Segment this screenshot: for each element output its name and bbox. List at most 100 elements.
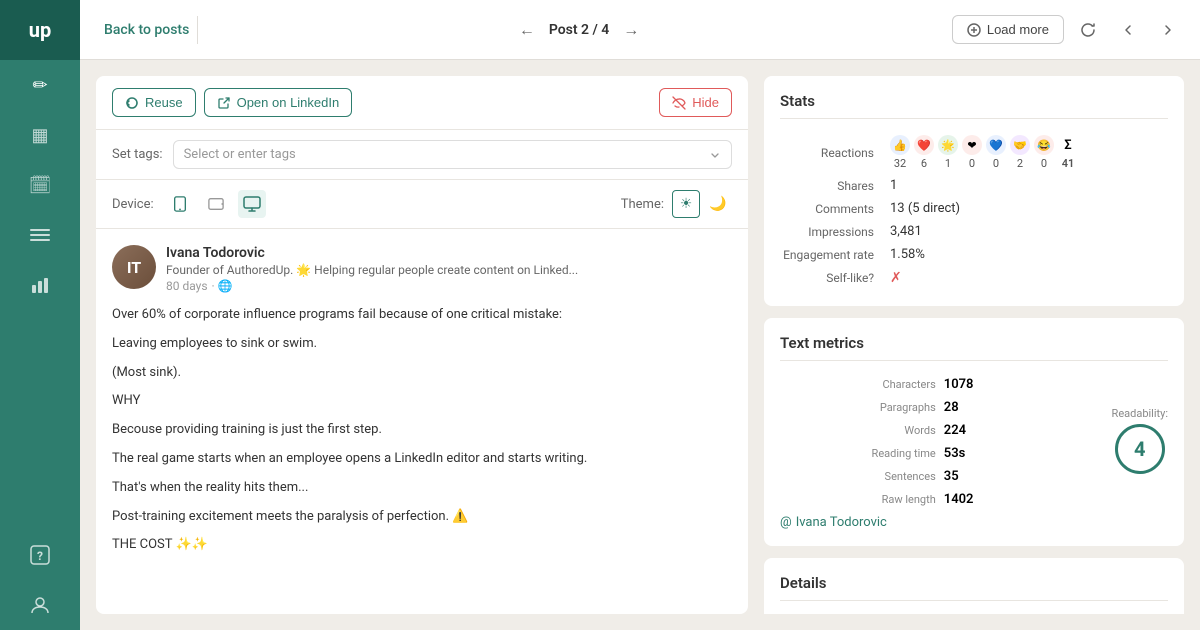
open-linkedin-button[interactable]: Open on LinkedIn bbox=[204, 88, 353, 117]
readability-circle: 4 bbox=[1115, 424, 1165, 474]
tags-input[interactable]: Select or enter tags bbox=[173, 140, 732, 169]
post-content: Over 60% of corporate influence programs… bbox=[112, 305, 732, 556]
stats-table: Reactions 👍 ❤️ 🌟 ❤ 💙 🤝 😂 Σ bbox=[780, 131, 1168, 290]
sentences-value: 35 bbox=[944, 469, 959, 484]
count-heart: 0 bbox=[962, 157, 982, 170]
count-star: 1 bbox=[938, 157, 958, 170]
stats-card: Stats Reactions 👍 ❤️ 🌟 ❤ 💙 🤝 bbox=[764, 76, 1184, 306]
reading-label-cell: Reading time bbox=[780, 442, 936, 461]
dark-theme-icon[interactable]: 🌙 bbox=[704, 190, 732, 218]
sentences-label: Sentences bbox=[885, 470, 936, 483]
post-header: IT Ivana Todorovic Founder of AuthoredUp… bbox=[112, 245, 732, 293]
engagement-row: Engagement rate 1.58% bbox=[780, 243, 1168, 266]
stats-title: Stats bbox=[780, 92, 1168, 119]
reactions-label: Reactions bbox=[780, 146, 890, 160]
reactions-row: Reactions 👍 ❤️ 🌟 ❤ 💙 🤝 😂 Σ bbox=[780, 131, 1168, 174]
words-value-cell: 224 bbox=[944, 419, 1100, 438]
words-label: Words bbox=[904, 424, 935, 437]
metrics-body: Characters 1078 Paragraphs 28 bbox=[780, 373, 1168, 507]
light-theme-icon[interactable]: ☀ bbox=[672, 190, 700, 218]
chevron-down-icon bbox=[709, 149, 721, 161]
self-like-row: Self-like? ✗ bbox=[780, 266, 1168, 290]
count-total: 41 bbox=[1058, 157, 1078, 170]
post-line-1: Over 60% of corporate influence programs… bbox=[112, 305, 732, 326]
hide-button[interactable]: Hide bbox=[659, 88, 732, 117]
load-more-button[interactable]: Load more bbox=[952, 15, 1064, 44]
count-handshake: 2 bbox=[1010, 157, 1030, 170]
post-line-2: Leaving employees to sink or swim. bbox=[112, 334, 732, 355]
back-to-posts-link[interactable]: Back to posts bbox=[96, 16, 198, 44]
reuse-icon bbox=[125, 96, 139, 110]
urn-row: URN urn:li:share:7128741696556740609 bbox=[780, 613, 1168, 614]
characters-label: Characters bbox=[882, 378, 935, 391]
theme-icons: ☀ 🌙 bbox=[672, 190, 732, 218]
theme-section: Theme: ☀ 🌙 bbox=[621, 190, 732, 218]
shares-row: Shares 1 bbox=[780, 174, 1168, 197]
raw-label-cell: Raw length bbox=[780, 488, 936, 507]
post-navigation: ← Post 2 / 4 → bbox=[214, 16, 944, 44]
post-panel: Reuse Open on LinkedIn Hide bbox=[96, 76, 748, 614]
readability-label: Readability: bbox=[1112, 407, 1168, 420]
readability-section: Readability: 4 bbox=[1112, 407, 1168, 474]
sidebar-icon-layers[interactable] bbox=[0, 210, 80, 260]
reuse-button[interactable]: Reuse bbox=[112, 88, 196, 117]
engagement-value: 1.58% bbox=[890, 247, 925, 262]
engagement-label: Engagement rate bbox=[780, 248, 890, 262]
count-support: 0 bbox=[986, 157, 1006, 170]
sidebar-icon-calendar[interactable]: 🗓 bbox=[0, 160, 80, 210]
tags-row: Set tags: Select or enter tags bbox=[96, 130, 748, 180]
impressions-value: 3,481 bbox=[890, 224, 922, 239]
shares-label: Shares bbox=[780, 179, 890, 193]
reading-value-cell: 53s bbox=[944, 442, 1100, 461]
post-line-7: That's when the reality hits them... bbox=[112, 478, 732, 499]
sidebar-icon-edit[interactable]: ✏ bbox=[0, 60, 80, 110]
nav-back-button[interactable] bbox=[1112, 14, 1144, 46]
self-like-value: ✗ bbox=[890, 270, 902, 286]
words-label-cell: Words bbox=[780, 419, 936, 438]
prev-post-button[interactable]: ← bbox=[513, 16, 541, 44]
tags-placeholder: Select or enter tags bbox=[184, 147, 296, 162]
raw-value-cell: 1402 bbox=[944, 488, 1100, 507]
right-panel: Stats Reactions 👍 ❤️ 🌟 ❤ 💙 🤝 bbox=[764, 76, 1184, 614]
reaction-total: Σ bbox=[1058, 135, 1078, 155]
reading-time-value: 53s bbox=[944, 446, 966, 461]
at-icon: @ bbox=[780, 515, 792, 530]
plus-icon bbox=[967, 23, 981, 37]
author-link[interactable]: @ Ivana Todorovic bbox=[780, 515, 1168, 530]
sidebar-icon-user[interactable] bbox=[0, 580, 80, 630]
reaction-heart: ❤ bbox=[962, 135, 982, 155]
sidebar-icon-chart[interactable] bbox=[0, 260, 80, 310]
count-love: 6 bbox=[914, 157, 934, 170]
main-content: Back to posts ← Post 2 / 4 → Load more bbox=[80, 0, 1200, 630]
characters-value: 1078 bbox=[944, 377, 974, 392]
details-title: Details bbox=[780, 574, 1168, 601]
reaction-support: 💙 bbox=[986, 135, 1006, 155]
sentences-value-cell: 35 bbox=[944, 465, 1100, 484]
reactions-data: 👍 ❤️ 🌟 ❤ 💙 🤝 😂 Σ 32 6 bbox=[890, 135, 1078, 170]
para-label-cell: Paragraphs bbox=[780, 396, 936, 415]
sidebar-icon-question[interactable]: ? bbox=[0, 530, 80, 580]
mobile-device-icon[interactable] bbox=[166, 190, 194, 218]
comments-row: Comments 13 (5 direct) bbox=[780, 197, 1168, 220]
next-post-button[interactable]: → bbox=[617, 16, 645, 44]
sidebar-icon-grid[interactable]: ▦ bbox=[0, 110, 80, 160]
tags-label: Set tags: bbox=[112, 147, 163, 162]
post-line-6: The real game starts when an employee op… bbox=[112, 449, 732, 470]
reaction-funny: 😂 bbox=[1034, 135, 1054, 155]
reaction-love: ❤️ bbox=[914, 135, 934, 155]
svg-text:?: ? bbox=[37, 549, 43, 563]
refresh-button[interactable] bbox=[1072, 14, 1104, 46]
post-line-8: Post-training excitement meets the paral… bbox=[112, 507, 732, 528]
content-area: Reuse Open on LinkedIn Hide bbox=[80, 60, 1200, 630]
desktop-device-icon[interactable] bbox=[238, 190, 266, 218]
metrics-grid: Characters 1078 Paragraphs 28 bbox=[780, 373, 1100, 507]
readability-value: 4 bbox=[1134, 437, 1145, 461]
nav-forward-button[interactable] bbox=[1152, 14, 1184, 46]
sidebar: up ✏ ▦ 🗓 ? bbox=[0, 0, 80, 630]
tablet-device-icon[interactable] bbox=[202, 190, 230, 218]
reaction-handshake: 🤝 bbox=[1010, 135, 1030, 155]
text-metrics-card: Text metrics Characters 1078 Paragraphs bbox=[764, 318, 1184, 546]
sidebar-logo[interactable]: up bbox=[0, 0, 80, 60]
post-line-5: Becouse providing training is just the f… bbox=[112, 420, 732, 441]
post-line-9: THE COST ✨✨ bbox=[112, 535, 732, 556]
